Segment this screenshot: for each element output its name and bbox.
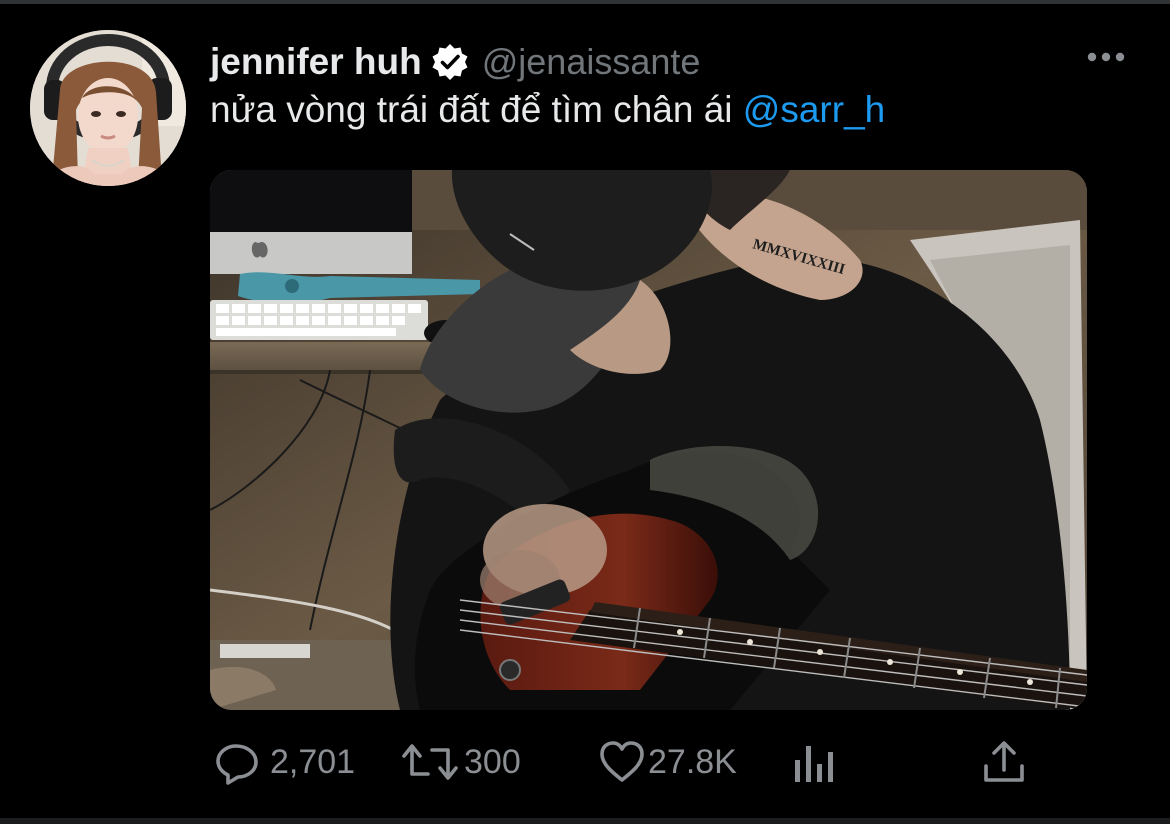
top-divider bbox=[0, 0, 1170, 4]
analytics-button[interactable] bbox=[792, 730, 834, 794]
tweet-text: nửa vòng trái đất để tìm chân ái @sarr_h bbox=[210, 87, 885, 133]
reply-count: 2,701 bbox=[270, 742, 356, 781]
verified-badge-icon bbox=[430, 42, 470, 82]
reply-button[interactable]: 2,701 bbox=[214, 730, 355, 794]
bar-chart-icon bbox=[792, 738, 834, 786]
like-count: 27.8K bbox=[648, 742, 737, 781]
media-image: MMXVIXXIII bbox=[210, 170, 1087, 710]
reply-bubble-icon bbox=[214, 738, 262, 786]
share-upload-icon bbox=[982, 738, 1026, 786]
like-button[interactable]: 27.8K bbox=[598, 730, 737, 794]
retweet-button[interactable]: 300 bbox=[402, 730, 521, 794]
tweet-media-photo[interactable]: MMXVIXXIII bbox=[210, 170, 1087, 710]
user-handle[interactable]: @jenaissante bbox=[482, 41, 701, 83]
more-dots-icon[interactable] bbox=[1086, 45, 1126, 69]
bottom-divider bbox=[0, 818, 1170, 824]
tweet-text-main: nửa vòng trái đất để tìm chân ái bbox=[210, 89, 743, 130]
retweet-icon bbox=[402, 738, 458, 786]
display-name[interactable]: jennifer huh bbox=[210, 41, 422, 83]
retweet-count: 300 bbox=[464, 742, 521, 781]
tweet-action-bar: 2,701 300 27.8K bbox=[0, 730, 1170, 794]
avatar[interactable] bbox=[30, 30, 186, 186]
avatar-image bbox=[30, 30, 186, 186]
share-button[interactable] bbox=[982, 730, 1026, 794]
mention-link[interactable]: @sarr_h bbox=[743, 89, 885, 130]
heart-icon bbox=[598, 738, 646, 786]
tweet-header: jennifer huh @jenaissante bbox=[210, 38, 700, 86]
